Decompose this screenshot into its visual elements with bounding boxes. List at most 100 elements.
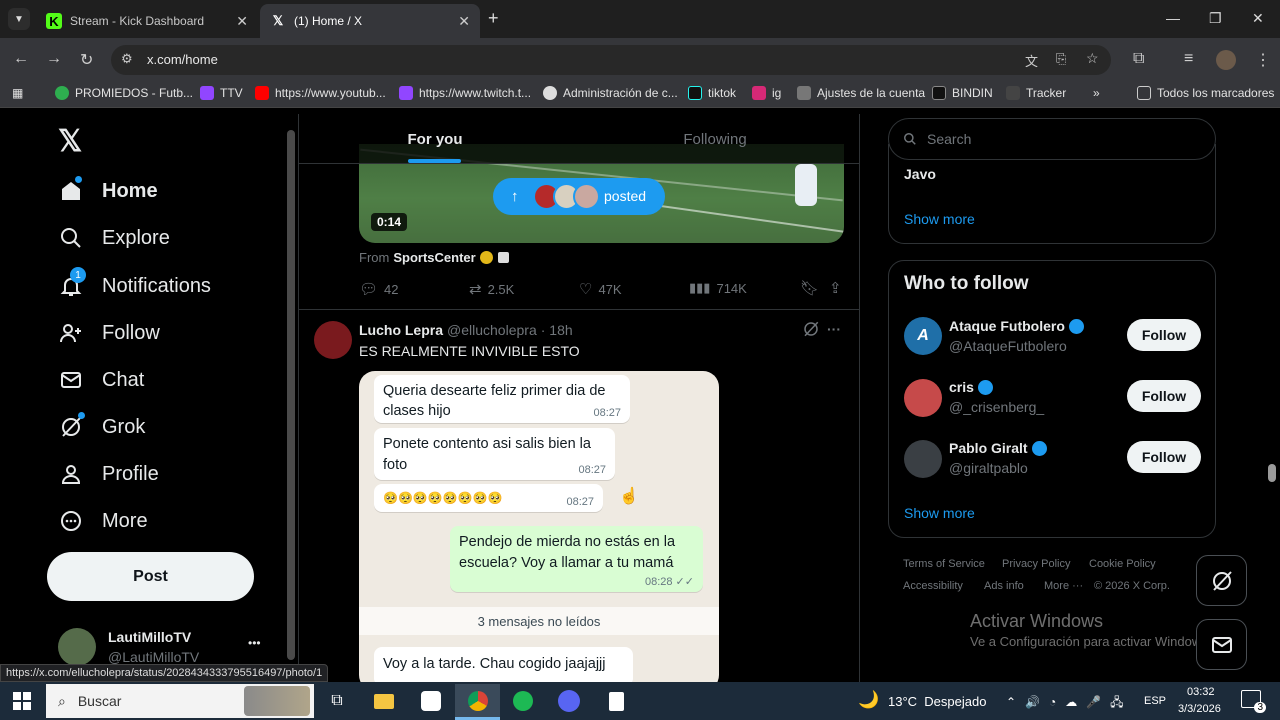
translate-icon[interactable]: 文 bbox=[1025, 51, 1038, 70]
sidebar-item-more[interactable]: More bbox=[58, 508, 148, 534]
post-author[interactable]: Lucho Lepra bbox=[359, 322, 443, 338]
share-icon[interactable]: ⇪ bbox=[829, 279, 842, 297]
post-more-button[interactable]: ··· bbox=[827, 321, 841, 337]
menu-icon[interactable]: ⋮ bbox=[1255, 50, 1271, 70]
language-indicator[interactable]: ESP bbox=[1144, 695, 1166, 707]
avatar[interactable] bbox=[904, 440, 942, 478]
install-icon[interactable]: ⎘ bbox=[1056, 51, 1066, 67]
avatar[interactable] bbox=[314, 321, 352, 359]
sidebar-item-follow[interactable]: Follow bbox=[58, 320, 160, 346]
apps-icon[interactable]: ▦ bbox=[12, 86, 23, 100]
clock-date[interactable]: 3/3/2026 bbox=[1178, 703, 1221, 715]
media-icon[interactable]: ≡ bbox=[1184, 50, 1193, 68]
bookmark-ttv[interactable]: TTV bbox=[200, 86, 243, 100]
tab-x-home[interactable]: 𝕏 (1) Home / X ✕ bbox=[260, 4, 480, 38]
follow-button[interactable]: Follow bbox=[1127, 380, 1201, 412]
start-icon[interactable] bbox=[9, 688, 35, 714]
sidebar-item-notifications[interactable]: Notifications 1 bbox=[58, 267, 211, 299]
show-more-link[interactable]: Show more bbox=[904, 211, 975, 227]
source-account[interactable]: SportsCenter bbox=[393, 250, 475, 265]
post-image[interactable]: Queria desearte feliz primer dia de clas… bbox=[359, 371, 719, 682]
all-bookmarks[interactable]: Todos los marcadores bbox=[1137, 86, 1274, 100]
tray-icons[interactable]: ⌃🔊◔☁🎤🖧 bbox=[1006, 693, 1133, 714]
repost-button[interactable]: ⇄ 2.5K bbox=[469, 280, 514, 298]
maximize-button[interactable]: ❐ bbox=[1209, 10, 1222, 27]
reply-button[interactable]: 💬︎ 42 bbox=[359, 280, 399, 298]
verified-icon bbox=[977, 379, 993, 395]
bookmark-youtube[interactable]: https://www.youtub... bbox=[255, 86, 386, 100]
extensions-icon[interactable]: ⧉ bbox=[1133, 50, 1144, 68]
grok-float-button[interactable] bbox=[1196, 555, 1247, 606]
tab-following[interactable]: Following bbox=[579, 114, 851, 164]
bookmark-twitch[interactable]: https://www.twitch.t... bbox=[399, 86, 531, 100]
suggestion-name[interactable]: cris bbox=[949, 379, 993, 395]
bookmark-tiktok[interactable]: tiktok bbox=[688, 86, 736, 100]
reload-icon[interactable]: ↻ bbox=[80, 50, 93, 70]
grok-icon[interactable] bbox=[802, 320, 820, 338]
new-posts-pill[interactable]: ↑ posted bbox=[493, 178, 665, 215]
trend-item[interactable]: Javo bbox=[904, 166, 936, 182]
messages-float-button[interactable] bbox=[1196, 619, 1247, 670]
back-icon[interactable]: ← bbox=[13, 50, 29, 68]
site-info-icon[interactable]: ⚙ bbox=[121, 51, 133, 67]
x-logo-icon[interactable]: 𝕏 bbox=[58, 124, 82, 159]
more-icon[interactable]: ••• bbox=[248, 636, 261, 650]
follow-button[interactable]: Follow bbox=[1127, 441, 1201, 473]
tab-kick[interactable]: K Stream - Kick Dashboard ✕ bbox=[36, 4, 258, 38]
close-icon[interactable]: ✕ bbox=[458, 13, 470, 30]
close-icon[interactable]: ✕ bbox=[236, 13, 248, 30]
show-more-link[interactable]: Show more bbox=[904, 505, 975, 521]
sidebar-item-explore[interactable]: Explore bbox=[58, 225, 170, 251]
footer-accessibility[interactable]: Accessibility bbox=[903, 580, 963, 592]
more-bookmarks-icon[interactable]: » bbox=[1093, 86, 1100, 100]
chrome-taskbar-button[interactable] bbox=[455, 684, 500, 720]
follow-button[interactable]: Follow bbox=[1127, 319, 1201, 351]
sidebar-item-profile[interactable]: Profile bbox=[58, 461, 159, 487]
footer-terms[interactable]: Terms of Service bbox=[903, 558, 985, 570]
suggestion-name[interactable]: Pablo Giralt bbox=[949, 440, 1047, 456]
capcut-icon[interactable] bbox=[418, 688, 444, 714]
address-bar[interactable]: ⚙ x.com/home 文 ⎘ ☆ bbox=[111, 45, 1111, 75]
minimize-button[interactable]: — bbox=[1166, 10, 1180, 26]
spotify-icon[interactable] bbox=[510, 688, 536, 714]
avatar[interactable] bbox=[904, 379, 942, 417]
sidebar-item-grok[interactable]: Grok bbox=[58, 412, 145, 440]
bookmark-promiedos[interactable]: PROMIEDOS - Futb... bbox=[55, 86, 193, 100]
sidebar-item-home[interactable]: Home bbox=[58, 176, 158, 204]
footer-privacy[interactable]: Privacy Policy bbox=[1002, 558, 1070, 570]
bookmark-icon[interactable]: 🔖︎ bbox=[800, 279, 819, 297]
bookmark-tracker[interactable]: Tracker bbox=[1006, 86, 1066, 100]
views-button[interactable]: ▮▮▮ 714K bbox=[689, 280, 747, 296]
sidebar-item-chat[interactable]: Chat bbox=[58, 367, 144, 393]
star-icon[interactable]: ☆ bbox=[1086, 50, 1099, 67]
bookmark-account-settings[interactable]: Ajustes de la cuenta bbox=[797, 86, 925, 100]
close-window-button[interactable]: ✕ bbox=[1252, 10, 1264, 27]
new-tab-button[interactable]: + bbox=[488, 8, 499, 29]
like-button[interactable]: ♡ 47K bbox=[579, 280, 622, 298]
notification-center-icon[interactable]: 3 bbox=[1241, 690, 1266, 713]
clock-time[interactable]: 03:32 bbox=[1187, 686, 1215, 698]
footer-ads-info[interactable]: Ads info bbox=[984, 580, 1024, 592]
bookmark-admin[interactable]: Administración de c... bbox=[543, 86, 678, 100]
tab-for-you[interactable]: For you bbox=[299, 114, 571, 164]
tab-search-button[interactable]: ▼ bbox=[8, 8, 30, 30]
footer-cookie[interactable]: Cookie Policy bbox=[1089, 558, 1156, 570]
footer-more[interactable]: More ··· bbox=[1044, 580, 1083, 592]
weather-text[interactable]: 13°C Despejado bbox=[888, 694, 986, 709]
file-explorer-icon[interactable] bbox=[371, 688, 397, 714]
avatar[interactable]: A bbox=[904, 317, 942, 355]
taskbar-search[interactable]: ⌕ Buscar bbox=[46, 684, 314, 718]
sidebar-scrollbar[interactable] bbox=[287, 130, 295, 660]
page-scrollbar[interactable] bbox=[1268, 464, 1276, 482]
discord-icon[interactable] bbox=[556, 688, 582, 714]
post-button[interactable]: Post bbox=[47, 552, 254, 601]
bookmark-bindin[interactable]: BINDIN bbox=[932, 86, 993, 100]
post-handle[interactable]: @ellucholepra bbox=[447, 322, 537, 338]
profile-avatar[interactable] bbox=[1216, 50, 1236, 70]
bookmark-ig[interactable]: ig bbox=[752, 86, 781, 100]
suggestion-name[interactable]: Ataque Futbolero bbox=[949, 318, 1084, 334]
document-icon[interactable] bbox=[603, 688, 629, 714]
post-time[interactable]: · 18h bbox=[541, 322, 573, 338]
forward-icon[interactable]: → bbox=[46, 50, 62, 68]
task-view-icon[interactable]: ⧉ bbox=[324, 688, 350, 714]
